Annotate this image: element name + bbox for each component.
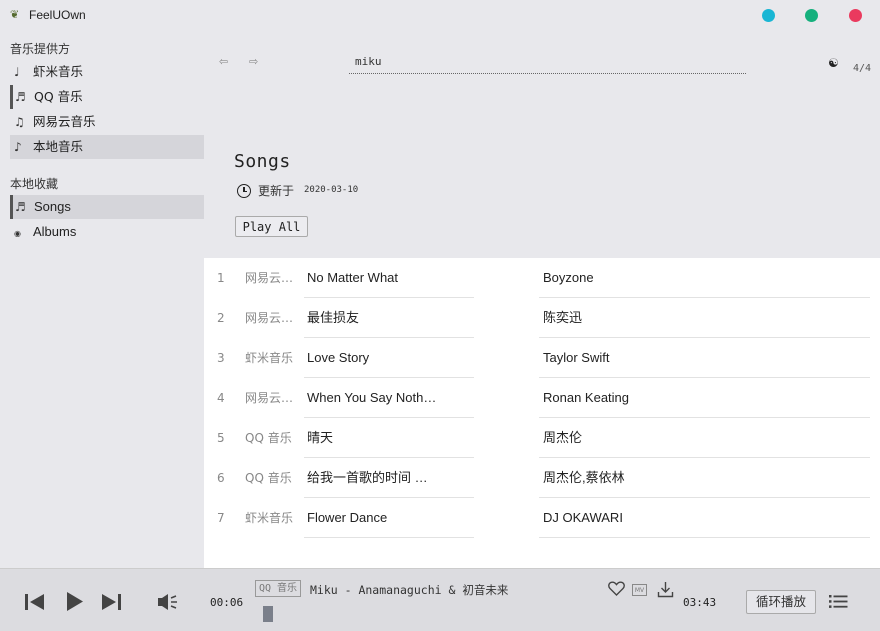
song-source: 虾米音乐: [245, 511, 294, 525]
song-artist[interactable]: 周杰伦: [543, 418, 843, 458]
music-note-icon: ♪: [14, 140, 22, 154]
sidebar-item-albums[interactable]: ◉ Albums: [10, 220, 204, 244]
now-playing-info[interactable]: Miku - Anamanaguchi & 初音未来: [310, 582, 508, 598]
theme-toggle-icon[interactable]: ☯: [828, 56, 839, 70]
song-title[interactable]: Love Story: [307, 338, 439, 378]
close-button[interactable]: [849, 9, 862, 22]
play-all-button[interactable]: Play All: [235, 216, 308, 237]
collections-heading: 本地收藏: [10, 177, 59, 191]
maximize-button[interactable]: [805, 9, 818, 22]
sidebar-item-label: QQ 音乐: [33, 89, 83, 104]
song-artist[interactable]: Ronan Keating: [543, 378, 843, 418]
song-source: QQ 音乐: [245, 471, 292, 485]
song-index: 6: [217, 471, 225, 485]
playback-mode-button[interactable]: 循环播放: [746, 590, 816, 614]
next-track-icon[interactable]: [100, 593, 122, 611]
music-note-icon: ♩: [14, 65, 20, 79]
table-row[interactable]: 3 虾米音乐 Love Story Taylor Swift: [204, 338, 880, 378]
download-icon[interactable]: [657, 581, 674, 598]
song-artist[interactable]: Taylor Swift: [543, 338, 843, 378]
table-row[interactable]: 5 QQ 音乐 晴天 周杰伦: [204, 418, 880, 458]
app-logo-icon: ❦: [10, 8, 20, 21]
updated-label: 更新于: [258, 184, 295, 198]
song-title[interactable]: 给我一首歌的时间 …: [307, 458, 439, 498]
song-title[interactable]: Flower Dance: [307, 498, 439, 538]
player-bar: 00:06 QQ 音乐 Miku - Anamanaguchi & 初音未来 M…: [0, 568, 880, 631]
page-indicator: 4/4: [853, 63, 872, 74]
source-badge: QQ 音乐: [255, 580, 302, 597]
back-arrow-icon[interactable]: ⇦: [219, 55, 228, 68]
song-title[interactable]: 最佳损友: [307, 298, 439, 338]
providers-heading: 音乐提供方: [10, 42, 71, 56]
music-notes-icon: ♫: [14, 115, 25, 129]
song-source: 网易云…: [245, 271, 294, 285]
song-artist[interactable]: Boyzone: [543, 258, 843, 298]
song-index: 7: [217, 511, 225, 525]
song-index: 3: [217, 351, 225, 365]
sidebar-item-xiami[interactable]: ♩ 虾米音乐: [10, 60, 204, 84]
volume-icon[interactable]: [157, 593, 179, 611]
updated-date: 2020-03-10: [304, 185, 359, 195]
music-notes-icon: ♬: [15, 90, 26, 104]
song-index: 2: [217, 311, 225, 325]
row-divider: [304, 537, 474, 538]
sidebar-item-label: 虾米音乐: [32, 64, 83, 79]
song-source: 网易云…: [245, 391, 294, 405]
table-row[interactable]: 7 虾米音乐 Flower Dance DJ OKAWARI: [204, 498, 880, 538]
song-index: 4: [217, 391, 225, 405]
song-artist[interactable]: 陈奕迅: [543, 298, 843, 338]
sidebar-item-songs[interactable]: ♬ Songs: [10, 195, 204, 219]
music-notes-icon: ♬: [15, 200, 26, 214]
table-row[interactable]: 4 网易云… When You Say Noth… Ronan Keating: [204, 378, 880, 418]
album-icon: ◉: [14, 229, 21, 238]
mv-icon[interactable]: MV: [632, 584, 647, 596]
table-row[interactable]: 6 QQ 音乐 给我一首歌的时间 … 周杰伦,蔡依林: [204, 458, 880, 498]
song-title[interactable]: 晴天: [307, 418, 439, 458]
sidebar-item-label: Albums: [32, 224, 77, 239]
song-source: QQ 音乐: [245, 431, 292, 445]
song-source: 虾米音乐: [245, 351, 294, 365]
song-artist[interactable]: 周杰伦,蔡依林: [543, 458, 843, 498]
song-index: 1: [217, 271, 225, 285]
current-time: 00:06: [210, 596, 244, 609]
song-artist[interactable]: DJ OKAWARI: [543, 498, 843, 538]
song-source: 网易云…: [245, 311, 294, 325]
sidebar-item-label: 网易云音乐: [32, 114, 96, 129]
song-title[interactable]: When You Say Noth…: [307, 378, 439, 418]
clock-icon: [237, 184, 251, 198]
search-input[interactable]: miku: [349, 54, 746, 74]
table-row[interactable]: 1 网易云… No Matter What Boyzone: [204, 258, 880, 298]
table-row[interactable]: 2 网易云… 最佳损友 陈奕迅: [204, 298, 880, 338]
duration: 03:43: [683, 596, 717, 609]
previous-track-icon[interactable]: [24, 593, 46, 611]
sidebar-item-label: 本地音乐: [32, 139, 83, 154]
row-divider: [539, 537, 870, 538]
sidebar-item-local[interactable]: ♪ 本地音乐: [10, 135, 204, 159]
seek-slider-handle[interactable]: [263, 606, 273, 622]
playlist-icon[interactable]: [829, 594, 848, 609]
heart-icon[interactable]: [608, 581, 625, 596]
play-icon[interactable]: [65, 591, 85, 612]
sidebar-item-netease[interactable]: ♫ 网易云音乐: [10, 110, 204, 134]
sidebar-item-label: Songs: [33, 199, 71, 214]
sidebar-item-qq[interactable]: ♬ QQ 音乐: [10, 85, 204, 109]
song-index: 5: [217, 431, 225, 445]
title-bar: ❦ FeelUOwn: [0, 0, 880, 32]
app-title: FeelUOwn: [29, 8, 86, 22]
page-title: Songs: [234, 151, 291, 172]
forward-arrow-icon[interactable]: ⇨: [249, 55, 258, 68]
songs-table: 1 网易云… No Matter What Boyzone 2 网易云… 最佳损…: [204, 258, 880, 568]
song-title[interactable]: No Matter What: [307, 258, 439, 298]
minimize-button[interactable]: [762, 9, 775, 22]
